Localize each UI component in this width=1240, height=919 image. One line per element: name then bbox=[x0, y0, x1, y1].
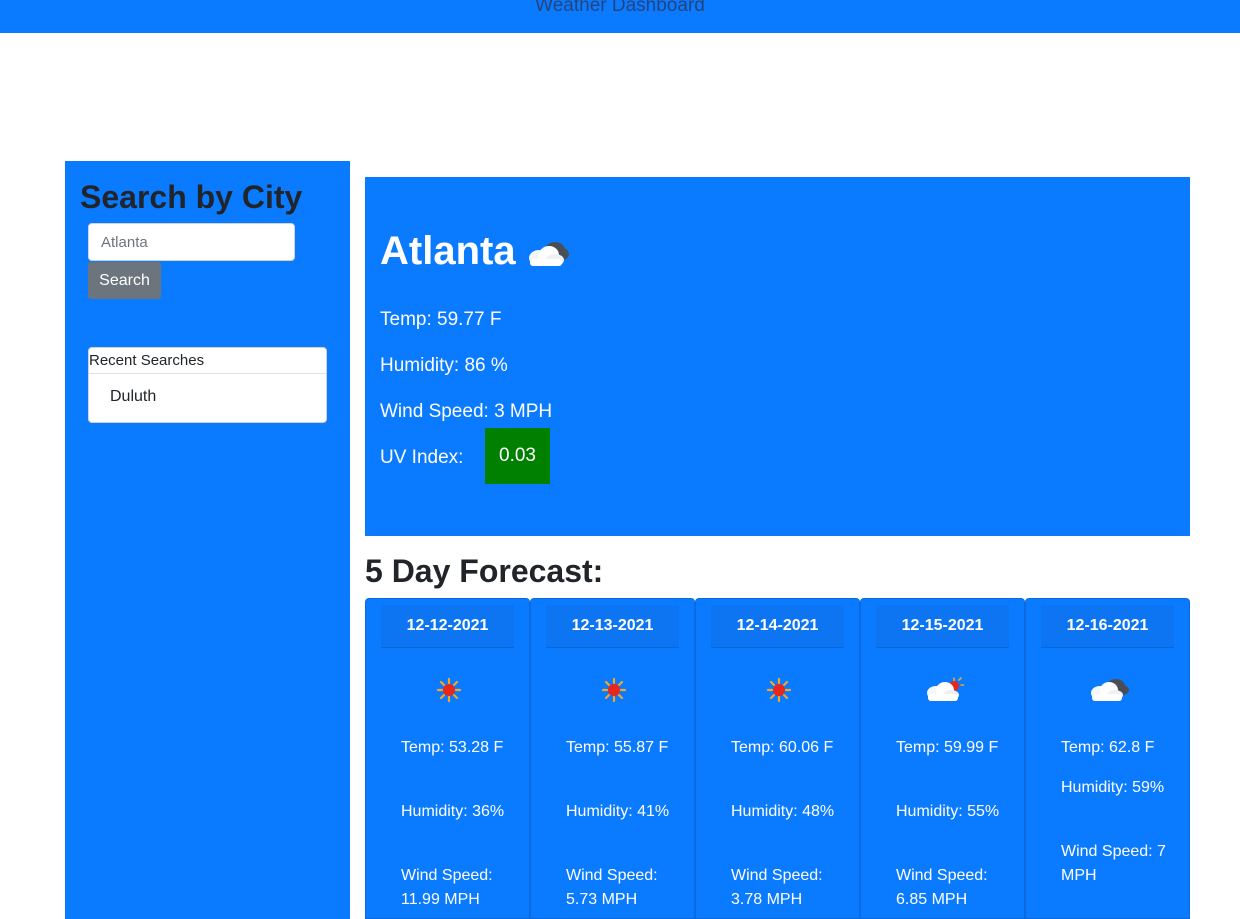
search-sidebar: Search by City Search Recent Searches Du… bbox=[65, 161, 350, 919]
forecast-humidity: Humidity: 48% bbox=[731, 803, 835, 820]
forecast-card: 12-12-2021 Temp: 53.28 F Humidity: 36% W… bbox=[365, 598, 530, 919]
forecast-humidity: Humidity: 55% bbox=[896, 803, 1000, 820]
search-button[interactable]: Search bbox=[88, 262, 161, 299]
forecast-temp: Temp: 53.28 F bbox=[401, 739, 504, 756]
current-weather-panel: Atlanta Temp: 59.77 F Humidity: 86 % Win… bbox=[365, 177, 1190, 536]
forecast-wind: Wind Speed: 11.99 MPH bbox=[401, 867, 493, 908]
forecast-date: 12-16-2021 bbox=[1041, 605, 1174, 648]
forecast-heading: 5 Day Forecast: bbox=[365, 553, 604, 589]
sun-icon bbox=[531, 677, 696, 703]
recent-searches-divider bbox=[89, 373, 326, 374]
cloud-icon bbox=[1026, 677, 1191, 703]
current-wind: Wind Speed: 3 MPH bbox=[380, 401, 553, 422]
recent-searches-title: Recent Searches bbox=[89, 352, 205, 369]
current-humidity: Humidity: 86 % bbox=[380, 355, 508, 376]
recent-searches-card: Recent Searches Duluth bbox=[88, 347, 327, 423]
sun-icon bbox=[696, 677, 861, 703]
recent-search-item[interactable]: Duluth bbox=[110, 388, 156, 406]
forecast-wind: Wind Speed: 6.85 MPH bbox=[896, 867, 988, 908]
page-title: Weather Dashboard bbox=[535, 0, 705, 16]
forecast-temp: Temp: 55.87 F bbox=[566, 739, 669, 756]
forecast-wind: Wind Speed: 3.78 MPH bbox=[731, 867, 823, 908]
forecast-wind: Wind Speed: 5.73 MPH bbox=[566, 867, 658, 908]
forecast-card: 12-14-2021 Temp: 60.06 F Humidity: 48% W… bbox=[695, 598, 860, 919]
forecast-date: 12-14-2021 bbox=[711, 605, 844, 648]
forecast-wind: Wind Speed: 7 MPH bbox=[1061, 843, 1166, 884]
search-heading: Search by City bbox=[80, 179, 303, 215]
forecast-humidity: Humidity: 59% bbox=[1061, 779, 1165, 796]
sun-icon bbox=[366, 677, 531, 703]
forecast-temp: Temp: 62.8 F bbox=[1061, 739, 1155, 756]
forecast-humidity: Humidity: 41% bbox=[566, 803, 670, 820]
partly-cloudy-icon bbox=[861, 677, 1026, 703]
current-temp: Temp: 59.77 F bbox=[380, 309, 502, 330]
forecast-humidity: Humidity: 36% bbox=[401, 803, 505, 820]
forecast-temp: Temp: 60.06 F bbox=[731, 739, 834, 756]
forecast-card: 12-16-2021 Temp: 62.8 F Humidity: 59% Wi… bbox=[1025, 598, 1190, 919]
current-city-name: Atlanta bbox=[380, 229, 516, 273]
cloud-icon bbox=[525, 239, 571, 274]
forecast-date: 12-13-2021 bbox=[546, 605, 679, 648]
city-search-input[interactable] bbox=[88, 223, 295, 261]
uv-index-label: UV Index: bbox=[380, 447, 464, 468]
forecast-card: 12-15-2021 Temp: 59.99 F Humidity: 55% W… bbox=[860, 598, 1025, 919]
forecast-date: 12-15-2021 bbox=[876, 605, 1009, 648]
forecast-card: 12-13-2021 Temp: 55.87 F Humidity: 41% W… bbox=[530, 598, 695, 919]
forecast-date: 12-12-2021 bbox=[381, 605, 514, 648]
top-header-bar: Weather Dashboard bbox=[0, 0, 1240, 33]
uv-index-badge: 0.03 bbox=[485, 428, 550, 484]
forecast-temp: Temp: 59.99 F bbox=[896, 739, 999, 756]
